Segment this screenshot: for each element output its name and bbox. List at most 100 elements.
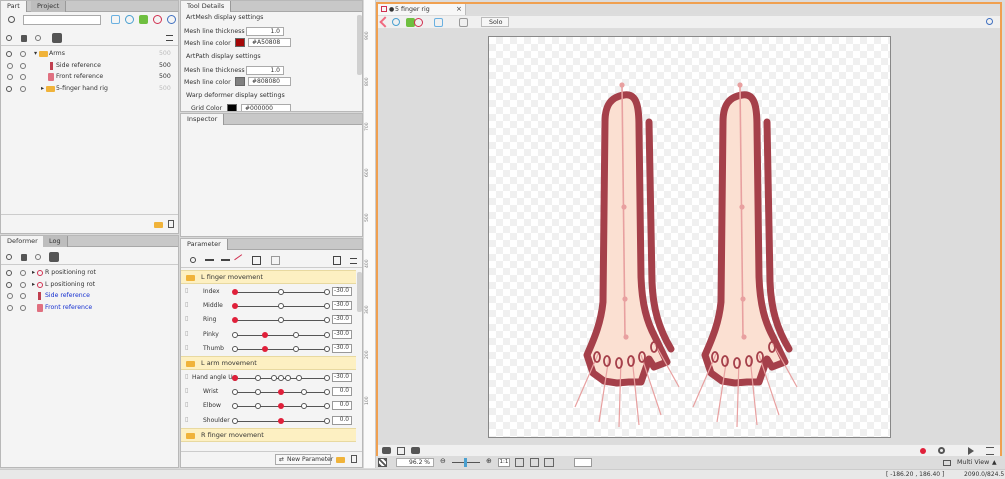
parameter-handle[interactable] [232,375,238,381]
parameter-handle[interactable] [232,289,238,295]
visibility-circle-icon[interactable] [20,304,26,311]
keyform-dot[interactable] [324,317,330,324]
parameter-value[interactable]: 0.0 [332,401,352,411]
delete-key-icon[interactable] [234,254,247,267]
artpath-color-input[interactable]: #808080 [248,77,291,86]
keyform-dot[interactable] [285,375,292,381]
parameter-row[interactable]: ▯ Hand angle U -30.0 [181,371,357,385]
sort-icon[interactable] [49,252,59,262]
menu-icon[interactable] [166,35,173,41]
artmesh-thickness-input[interactable]: 1.0 [246,27,284,36]
parameter-handle[interactable] [278,417,284,424]
parameter-link-icon[interactable]: ▯ [185,401,188,408]
grid-color-input[interactable]: #000000 [241,104,291,111]
parameter-link-icon[interactable]: ▯ [185,315,188,322]
list-item[interactable]: ▸ 5-finger hand rig 500 [1,83,178,95]
layers-icon[interactable] [397,447,405,455]
tab-project[interactable]: Project [31,1,67,12]
parameter-row[interactable]: ▯ Pinky -30.0 [181,328,357,342]
parameter-handle[interactable] [232,303,238,310]
view-tab[interactable]: ● 5 finger rig × [378,4,466,15]
parameter-value[interactable]: -30.0 [332,343,352,353]
keyform-icon[interactable] [252,256,261,265]
parameter-row[interactable]: ▯ Shoulder 0.0 [181,414,357,428]
close-icon[interactable]: × [456,4,462,15]
record-icon[interactable] [920,448,926,454]
chevron-right-icon[interactable]: ▸ [32,267,35,279]
keyform-dot[interactable] [232,403,238,410]
new-group-icon[interactable] [336,457,345,463]
list-item[interactable]: ▸ L positioning rot [1,279,178,291]
parameter-value[interactable]: -30.0 [332,315,352,325]
play-icon[interactable] [968,447,974,455]
parameter-handle[interactable] [232,317,238,324]
parameter-track[interactable] [235,334,327,336]
visibility-circle-icon[interactable] [7,293,13,300]
chevron-right-icon[interactable]: ▸ [41,83,44,95]
solo-button[interactable]: Solo [481,17,509,27]
keyform-dot[interactable] [324,289,330,295]
parameter-row[interactable]: ▯ Wrist 0.0 [181,385,357,399]
menu-icon[interactable] [350,258,357,264]
keyform-dot[interactable] [324,345,330,352]
new-parameter-button[interactable]: ⇄ New Parameter [275,454,333,465]
parameter-value[interactable]: 0.0 [332,415,352,425]
keyform-dot[interactable] [292,345,299,352]
eye-icon[interactable] [6,85,12,92]
keyform-dot[interactable] [278,375,284,381]
keyform-dot[interactable] [324,375,330,381]
artpath-color-swatch[interactable] [235,77,245,86]
eye-icon[interactable] [6,281,12,288]
flip-icon[interactable] [544,458,554,467]
visibility-circle-icon[interactable] [20,74,26,81]
artmesh-color-input[interactable]: #A50808 [248,38,291,47]
keyform-dot[interactable] [255,389,261,396]
list-item[interactable]: Side reference 500 [1,60,178,72]
visibility-circle-icon[interactable] [7,62,13,69]
fit-screen-icon[interactable] [530,458,539,467]
trash-icon[interactable] [351,455,357,463]
link-icon[interactable] [125,15,134,24]
list-icon[interactable] [333,256,341,265]
keyform-dot[interactable] [301,389,307,396]
parameter-link-icon[interactable]: ▯ [185,344,188,351]
display-mode-dropdown[interactable] [574,458,592,467]
list-item[interactable]: Front reference [1,302,178,314]
parameter-value[interactable]: -30.0 [332,287,352,296]
parameter-handle[interactable] [262,345,269,352]
parameter-link-icon[interactable]: ▯ [185,287,188,294]
pin-icon[interactable] [167,15,176,24]
tab-parameter[interactable]: Parameter [181,239,228,250]
parameter-value[interactable]: 0.0 [332,387,352,397]
list-item[interactable]: ▸ R positioning rot [1,267,178,279]
tab-deformer[interactable]: Deformer [1,236,45,247]
art-board[interactable] [488,36,891,438]
link-circle-icon[interactable] [190,257,196,263]
rotate-icon[interactable] [414,18,423,27]
parameter-value[interactable]: -30.0 [332,329,352,339]
keyform-dot[interactable] [232,345,238,352]
keyform-dot[interactable] [278,303,284,310]
keyform-dot[interactable] [324,403,330,410]
keyform-dot[interactable] [324,417,330,424]
visibility-circle-icon[interactable] [20,62,26,69]
trash-icon[interactable] [168,220,174,228]
keyform-dot[interactable] [232,331,238,338]
keyform-dot[interactable] [324,389,330,396]
play-circle-icon[interactable] [35,254,41,260]
tab-log[interactable]: Log [43,236,68,247]
parameter-row[interactable]: ▯ Thumb -30.0 [181,342,357,356]
eye-icon[interactable] [6,35,12,41]
parameter-link-icon[interactable]: ▯ [185,416,188,423]
scrollbar[interactable] [357,15,362,75]
keyform-dot[interactable] [278,317,284,324]
parameter-group-header[interactable]: L arm movement [181,356,356,370]
parameter-handle[interactable] [278,389,284,396]
zoom-input[interactable]: 96.2 % [396,458,434,467]
parameter-handle[interactable] [262,331,269,338]
play-circle-icon[interactable] [35,35,41,41]
artpath-thickness-input[interactable]: 1.0 [246,66,284,75]
tab-part[interactable]: Part [1,1,27,12]
keyform-dot[interactable] [278,289,284,295]
chevron-right-icon[interactable]: ▸ [32,279,35,291]
